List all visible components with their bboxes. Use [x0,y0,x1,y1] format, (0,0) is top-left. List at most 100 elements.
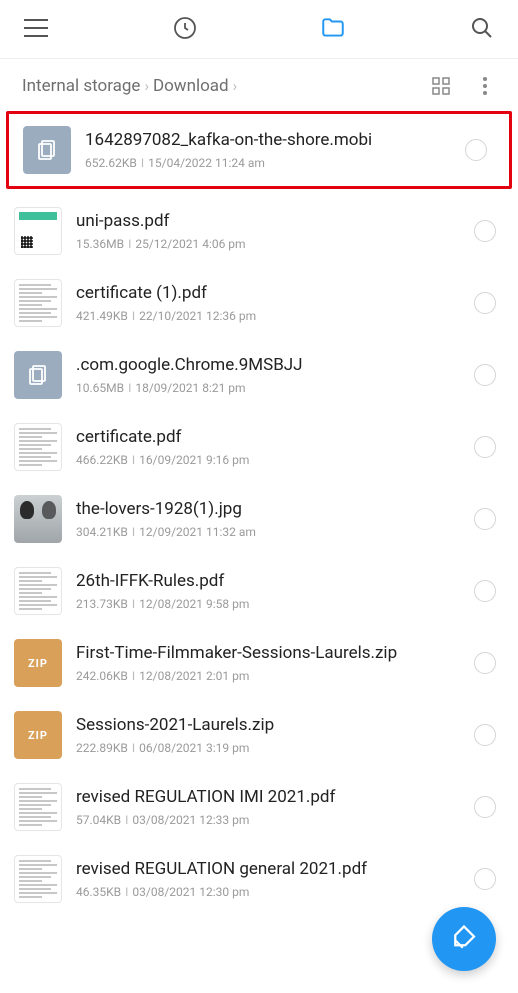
file-meta: 57.04KBI03/08/2021 12:33 pm [76,813,460,827]
file-size: 652.62KB [85,156,137,170]
grid-view-icon[interactable] [430,75,452,97]
select-checkbox[interactable] [465,139,487,161]
file-date: 18/09/2021 8:21 pm [135,381,245,395]
file-name: First-Time-Filmmaker-Sessions-Laurels.zi… [76,643,460,663]
file-name: .com.google.Chrome.9MSBJJ [76,355,460,375]
select-checkbox[interactable] [474,436,496,458]
file-meta: 15.36MBI25/12/2021 4:06 pm [76,237,460,251]
clean-fab[interactable] [432,907,496,971]
file-item[interactable]: uni-pass.pdf 15.36MBI25/12/2021 4:06 pm [0,195,518,267]
file-text: Sessions-2021-Laurels.zip 222.89KBI06/08/… [76,715,460,755]
pdf-thumbnail [14,855,62,903]
file-size: 242.06KB [76,669,128,683]
select-checkbox[interactable] [474,796,496,818]
file-item[interactable]: .com.google.Chrome.9MSBJJ 10.65MBI18/09/2… [0,339,518,411]
pdf-thumbnail [14,567,62,615]
pdf-thumbnail [14,279,62,327]
breadcrumb-current[interactable]: Download [153,76,229,96]
zip-icon: ZIP [14,639,62,687]
select-checkbox[interactable] [474,868,496,890]
file-size: 57.04KB [76,813,121,827]
file-meta: 10.65MBI18/09/2021 8:21 pm [76,381,460,395]
chevron-right-icon: › [144,77,149,95]
file-item[interactable]: revised REGULATION IMI 2021.pdf 57.04KBI0… [0,771,518,843]
folder-icon[interactable] [319,14,347,42]
select-checkbox[interactable] [474,220,496,242]
file-date: 12/09/2021 11:32 am [139,525,256,539]
file-date: 12/08/2021 2:01 pm [139,669,249,683]
file-date: 22/10/2021 12:36 pm [139,309,256,323]
file-date: 25/12/2021 4:06 pm [135,237,245,251]
file-name: uni-pass.pdf [76,211,460,231]
file-size: 10.65MB [76,381,124,395]
file-size: 213.73KB [76,597,128,611]
file-date: 06/08/2021 3:19 pm [139,741,249,755]
file-text: 1642897082_kafka-on-the-shore.mobi 652.62… [85,130,451,170]
file-meta: 304.21KBI12/09/2021 11:32 am [76,525,460,539]
file-item[interactable]: certificate.pdf 466.22KBI16/09/2021 9:16 … [0,411,518,483]
file-meta: 652.62KBI15/04/2022 11:24 am [85,156,451,170]
file-text: certificate.pdf 466.22KBI16/09/2021 9:16 … [76,427,460,467]
breadcrumb-root[interactable]: Internal storage [22,76,140,96]
file-name: Sessions-2021-Laurels.zip [76,715,460,735]
select-checkbox[interactable] [474,580,496,602]
breadcrumb-row: Internal storage › Download › [0,59,518,111]
chevron-right-icon: › [233,77,238,95]
file-item[interactable]: certificate (1).pdf 421.49KBI22/10/2021 1… [0,267,518,339]
file-name: revised REGULATION general 2021.pdf [76,859,460,879]
file-text: the-lovers-1928(1).jpg 304.21KBI12/09/202… [76,499,460,539]
zip-icon: ZIP [14,711,62,759]
file-item[interactable]: 1642897082_kafka-on-the-shore.mobi 652.62… [9,114,509,186]
file-date: 03/08/2021 12:33 pm [132,813,249,827]
file-size: 304.21KB [76,525,128,539]
file-date: 03/08/2021 12:30 pm [132,885,249,899]
select-checkbox[interactable] [474,652,496,674]
recent-icon[interactable] [171,14,199,42]
file-name: revised REGULATION IMI 2021.pdf [76,787,460,807]
file-list: 1642897082_kafka-on-the-shore.mobi 652.62… [0,111,518,915]
file-icon [14,351,62,399]
search-icon[interactable] [468,14,496,42]
file-date: 12/08/2021 9:58 pm [139,597,249,611]
file-text: certificate (1).pdf 421.49KBI22/10/2021 1… [76,283,460,323]
file-size: 46.35KB [76,885,121,899]
pdf-thumbnail [14,423,62,471]
file-text: revised REGULATION general 2021.pdf 46.35… [76,859,460,899]
file-text: uni-pass.pdf 15.36MBI25/12/2021 4:06 pm [76,211,460,251]
top-bar [0,0,518,59]
file-meta: 421.49KBI22/10/2021 12:36 pm [76,309,460,323]
file-name: 1642897082_kafka-on-the-shore.mobi [85,130,451,150]
pdf-thumbnail [14,207,62,255]
file-icon [23,126,71,174]
file-meta: 222.89KBI06/08/2021 3:19 pm [76,741,460,755]
pdf-thumbnail [14,783,62,831]
file-item[interactable]: ZIP Sessions-2021-Laurels.zip 222.89KBI06/… [0,699,518,771]
file-size: 15.36MB [76,237,124,251]
file-item[interactable]: 26th-IFFK-Rules.pdf213.73KBI12/08/2021 9… [0,555,518,627]
image-thumbnail [14,495,62,543]
select-checkbox[interactable] [474,724,496,746]
more-icon[interactable] [474,75,496,97]
select-checkbox[interactable] [474,508,496,530]
file-meta: 46.35KBI03/08/2021 12:30 pm [76,885,460,899]
file-item[interactable]: revised REGULATION general 2021.pdf 46.35… [0,843,518,915]
file-item[interactable]: the-lovers-1928(1).jpg 304.21KBI12/09/202… [0,483,518,555]
file-text: revised REGULATION IMI 2021.pdf 57.04KBI0… [76,787,460,827]
file-text: First-Time-Filmmaker-Sessions-Laurels.zi… [76,643,460,683]
select-checkbox[interactable] [474,364,496,386]
file-text: 26th-IFFK-Rules.pdf213.73KBI12/08/2021 9… [76,571,460,611]
file-size: 466.22KB [76,453,128,467]
file-name: the-lovers-1928(1).jpg [76,499,460,519]
file-item[interactable]: ZIP First-Time-Filmmaker-Sessions-Laurels… [0,627,518,699]
file-meta: 242.06KBI12/08/2021 2:01 pm [76,669,460,683]
breadcrumb[interactable]: Internal storage › Download › [22,76,237,96]
file-size: 222.89KB [76,741,128,755]
file-meta: 466.22KBI16/09/2021 9:16 pm [76,453,460,467]
file-meta: 213.73KBI12/08/2021 9:58 pm [76,597,460,611]
select-checkbox[interactable] [474,292,496,314]
file-name: certificate (1).pdf [76,283,460,303]
file-date: 16/09/2021 9:16 pm [139,453,249,467]
file-text: .com.google.Chrome.9MSBJJ 10.65MBI18/09/2… [76,355,460,395]
file-name: certificate.pdf [76,427,460,447]
menu-icon[interactable] [22,14,50,42]
